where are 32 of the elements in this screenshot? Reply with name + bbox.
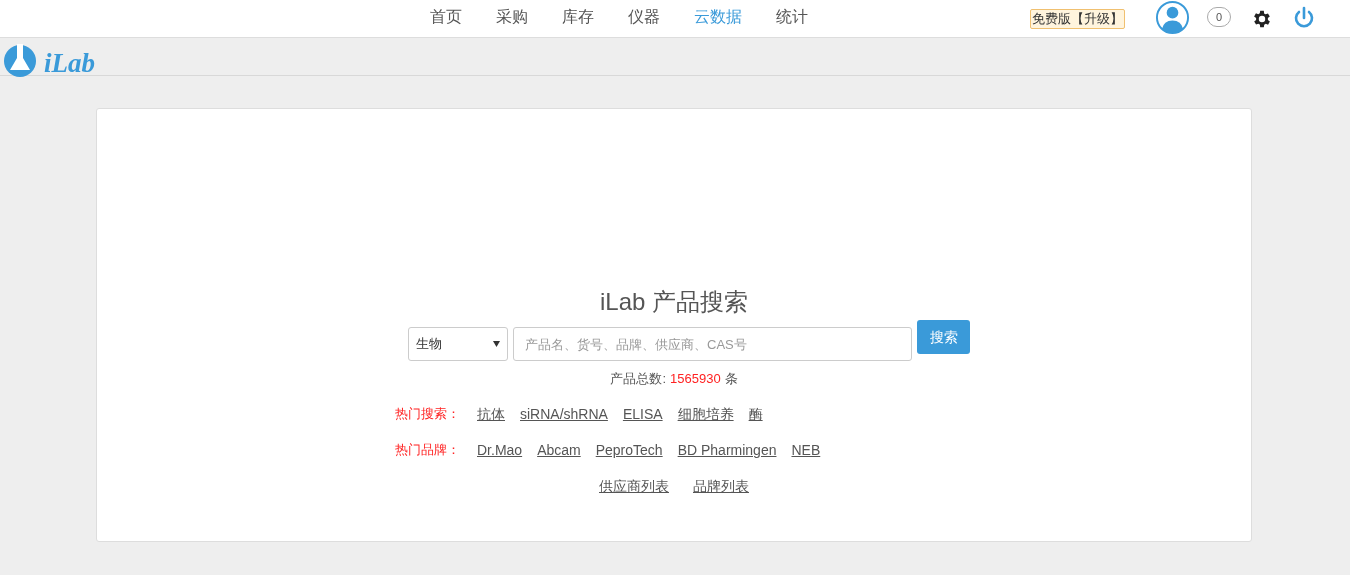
category-select[interactable]: 生物 <box>408 327 508 361</box>
upgrade-button[interactable]: 免费版【升级】 <box>1030 9 1125 29</box>
list-link[interactable]: 供应商列表 <box>599 475 669 497</box>
hot-link[interactable]: ELISA <box>622 403 663 425</box>
nav-tab[interactable]: 统计 <box>776 5 808 29</box>
hot-link[interactable]: 抗体 <box>477 403 505 425</box>
nav-tab[interactable]: 首页 <box>430 5 462 29</box>
hot-link[interactable]: siRNA/shRNA <box>520 403 608 425</box>
hot-link[interactable]: NEB <box>791 439 821 461</box>
nav-tab[interactable]: 库存 <box>562 5 594 29</box>
list-link[interactable]: 品牌列表 <box>693 475 749 497</box>
hot-link[interactable]: Abcam <box>537 439 581 461</box>
flask-logo-icon <box>2 44 38 78</box>
hot-link[interactable]: BD Pharmingen <box>677 439 777 461</box>
hot-link[interactable]: 细胞培养 <box>677 403 734 425</box>
nav-tab[interactable]: 采购 <box>496 5 528 29</box>
user-avatar-icon[interactable] <box>1155 0 1190 35</box>
total-count: 1565930 <box>670 370 721 388</box>
caret-icon <box>493 341 500 347</box>
logo-text: iLab <box>44 50 95 77</box>
power-icon[interactable] <box>1292 6 1316 30</box>
hot-link[interactable]: PeproTech <box>595 439 663 461</box>
hot-label: 热门搜索： <box>395 405 460 424</box>
hot-link[interactable]: 酶 <box>748 403 763 425</box>
settings-icon[interactable] <box>1251 8 1273 30</box>
search-field[interactable]: 产品名、货号、品牌、供应商、CAS号 <box>513 327 912 361</box>
hot-link[interactable]: Dr.Mao <box>477 439 523 461</box>
hot-label: 热门品牌： <box>395 441 460 460</box>
total-unit: 条 <box>724 370 738 388</box>
search-title: iLab 产品搜索 <box>599 287 748 317</box>
total-label: 产品总数: <box>610 370 666 388</box>
nav-tab[interactable]: 仪器 <box>628 5 660 29</box>
